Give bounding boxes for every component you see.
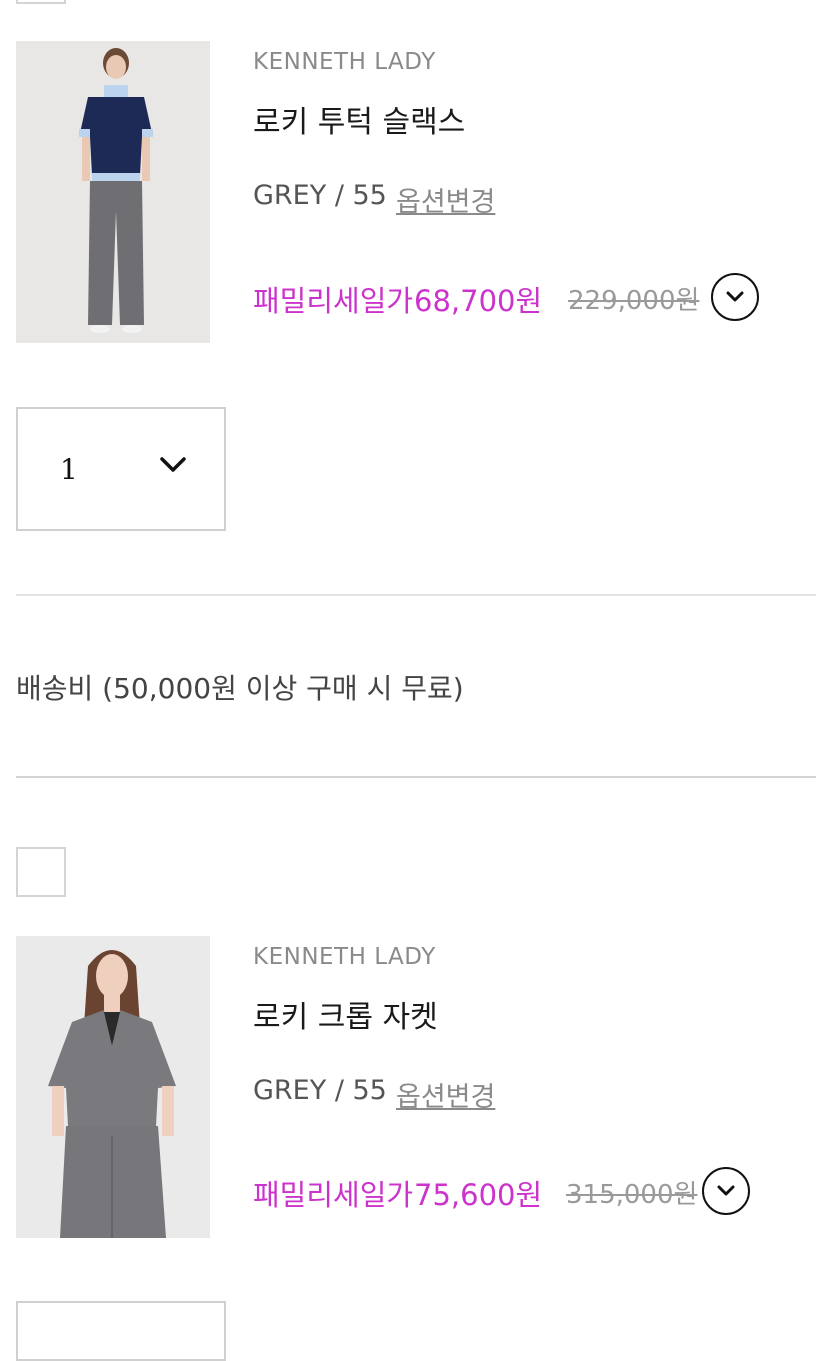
price-detail-button[interactable] [711,273,759,321]
quantity-value: 1 [60,453,78,486]
product-image-jacket[interactable] [16,936,210,1238]
sale-price: 75,600원 [414,1178,543,1212]
model-photo-jacket [16,936,210,1238]
shipping-fee-label: 배송비 (50,000원 이상 구매 시 무료) [16,672,464,705]
chevron-down-icon [726,291,744,302]
sale-label: 패밀리세일가 [253,1178,414,1212]
product-option: GREY / 55 [253,180,387,211]
product-name[interactable]: 로키 투턱 슬랙스 [253,97,465,141]
option-change-link[interactable]: 옵션변경 [396,180,495,219]
chevron-down-icon [717,1185,735,1196]
product-brand: KENNETH LADY [253,944,436,970]
sale-label: 패밀리세일가 [253,284,414,318]
product-image-slacks[interactable] [16,41,210,343]
product-option: GREY / 55 [253,1075,387,1106]
model-photo-slacks [16,41,210,343]
divider [16,776,816,778]
divider [16,594,816,596]
price-detail-button[interactable] [702,1167,750,1215]
product-brand: KENNETH LADY [253,49,436,75]
select-checkbox-top[interactable] [16,0,66,4]
chevron-down-icon [160,457,186,472]
quantity-select-partial[interactable] [16,1301,226,1361]
quantity-select[interactable]: 1 [16,407,226,531]
original-price: 315,000원 [566,1180,698,1210]
original-price: 229,000원 [568,286,700,316]
select-checkbox[interactable] [16,847,66,897]
option-change-link[interactable]: 옵션변경 [396,1075,495,1114]
sale-price: 68,700원 [414,284,543,318]
product-name[interactable]: 로키 크롭 자켓 [253,992,438,1036]
